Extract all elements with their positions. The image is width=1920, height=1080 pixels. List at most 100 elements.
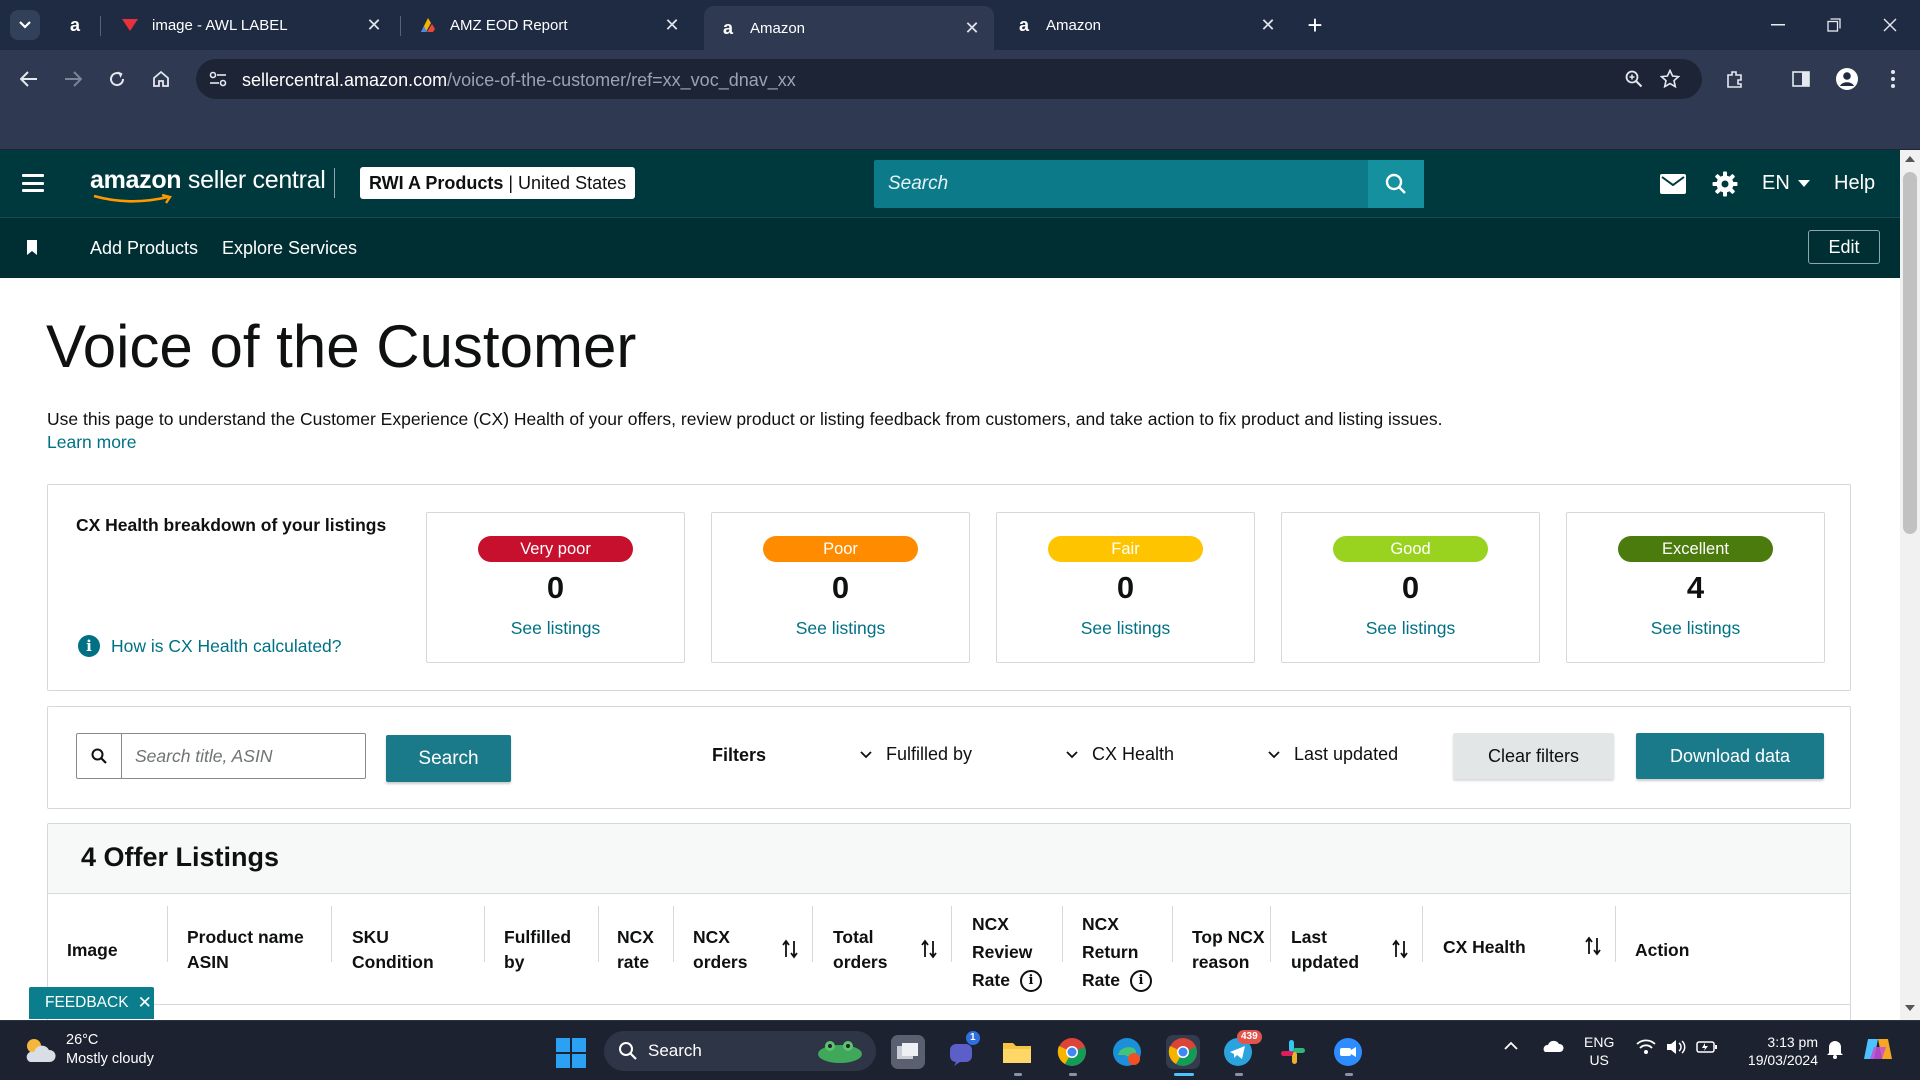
url-path: /voice-of-the-customer/ref=xx_voc_dnav_x… [447, 70, 796, 90]
close-icon[interactable]: ✕ [138, 993, 152, 1013]
forward-arrow-icon[interactable] [58, 64, 88, 94]
input-language-indicator[interactable]: ENG US [1584, 1033, 1614, 1069]
info-icon[interactable]: i [1129, 970, 1152, 993]
col-last-updated[interactable]: Last updated [1291, 925, 1359, 975]
wifi-icon[interactable] [1636, 1039, 1656, 1055]
column-divider [1270, 906, 1271, 962]
see-listings-excellent[interactable]: See listings [1567, 618, 1824, 639]
system-clock[interactable]: 3:13 pm 19/03/2024 [1734, 1033, 1818, 1069]
see-listings-poor[interactable]: See listings [712, 618, 969, 639]
new-tab-plus-icon[interactable]: + [1300, 10, 1330, 40]
amazon-smile-icon [93, 194, 172, 204]
cx-count-good: 0 [1401, 570, 1420, 605]
col-cx-health[interactable]: CX Health [1443, 935, 1526, 960]
tray-overflow-chevron-icon[interactable] [1503, 1041, 1519, 1051]
lang-top: ENG [1584, 1034, 1615, 1050]
help-link[interactable]: Help [1834, 172, 1875, 195]
bookmark-icon[interactable] [26, 240, 38, 256]
url-text[interactable]: sellercentral.amazon.com/voice-of-the-cu… [242, 70, 796, 91]
language-label: EN [1762, 172, 1790, 194]
see-listings-fair[interactable]: See listings [997, 618, 1254, 639]
zoom-app-icon[interactable] [1331, 1035, 1365, 1069]
tab-search-button[interactable] [10, 10, 40, 40]
address-bar[interactable]: sellercentral.amazon.com/voice-of-the-cu… [196, 59, 1702, 99]
language-selector[interactable]: EN [1762, 172, 1810, 195]
cx-health-dropdown[interactable]: CX Health [1066, 744, 1174, 765]
file-explorer-icon[interactable] [1000, 1035, 1034, 1069]
listing-search-input[interactable] [123, 734, 363, 778]
taskbar-search[interactable]: Search [604, 1031, 876, 1071]
close-icon[interactable]: ✕ [962, 18, 982, 38]
header-search-input[interactable] [874, 160, 1368, 208]
window-close-icon[interactable] [1870, 8, 1910, 42]
seller-central-logo[interactable]: amazon seller central [90, 166, 326, 195]
search-button[interactable]: Search [386, 735, 511, 782]
learn-more-link[interactable]: Learn more [47, 432, 137, 453]
slack-icon[interactable] [1276, 1035, 1310, 1069]
mail-icon[interactable] [1660, 170, 1686, 198]
minimize-icon[interactable] [1758, 8, 1798, 42]
back-arrow-icon[interactable] [14, 64, 44, 94]
page-scrollbar[interactable] [1900, 150, 1920, 1020]
col-label: rate [617, 952, 650, 972]
scrollbar-thumb[interactable] [1903, 172, 1917, 534]
battery-icon[interactable] [1696, 1039, 1718, 1055]
scroll-down-icon[interactable] [1905, 1005, 1915, 1011]
last-updated-dropdown[interactable]: Last updated [1268, 744, 1398, 765]
copilot-icon[interactable] [1862, 1033, 1894, 1065]
tab-amz-eod-report[interactable]: AMZ EOD Report ✕ [404, 8, 694, 42]
listings-title: 4 Offer Listings [81, 842, 280, 872]
side-panel-icon[interactable] [1786, 64, 1816, 94]
tab-amazon[interactable]: a Amazon ✕ [1000, 8, 1290, 42]
feedback-tab[interactable]: FEEDBACK ✕ [29, 987, 154, 1019]
close-icon[interactable]: ✕ [662, 15, 682, 35]
info-icon[interactable]: i [1019, 970, 1042, 993]
header-search-button[interactable] [1368, 160, 1424, 208]
zoom-icon[interactable] [1622, 67, 1646, 91]
col-total-orders[interactable]: Total orders [833, 925, 887, 975]
reload-icon[interactable] [102, 64, 132, 94]
nav-add-products[interactable]: Add Products [90, 238, 198, 259]
settings-gear-icon[interactable] [1712, 170, 1738, 198]
scroll-up-icon[interactable] [1905, 156, 1915, 162]
profile-icon[interactable] [1832, 64, 1862, 94]
restore-icon[interactable] [1814, 8, 1854, 42]
edit-button[interactable]: Edit [1808, 230, 1880, 264]
cx-health-how-link[interactable]: i How is CX Health calculated? [78, 635, 342, 657]
col-ncx-orders[interactable]: NCX orders [693, 925, 747, 975]
sort-icon[interactable] [921, 939, 937, 959]
tab-awl-label[interactable]: image - AWL LABEL ✕ [106, 8, 396, 42]
fulfilled-by-dropdown[interactable]: Fulfilled by [860, 744, 972, 765]
clear-filters-button[interactable]: Clear filters [1453, 733, 1614, 779]
download-data-button[interactable]: Download data [1636, 733, 1824, 779]
extensions-icon[interactable] [1720, 64, 1750, 94]
nav-explore-services[interactable]: Explore Services [222, 238, 357, 259]
see-listings-good[interactable]: See listings [1282, 618, 1539, 639]
browser-menu-icon[interactable] [1878, 64, 1908, 94]
teams-icon[interactable]: 1 [946, 1031, 980, 1069]
volume-icon[interactable] [1666, 1039, 1686, 1055]
chrome-profile-icon[interactable] [1055, 1035, 1089, 1069]
home-icon[interactable] [146, 64, 176, 94]
task-view-icon[interactable] [891, 1035, 925, 1069]
account-switcher[interactable]: RWI A Products | United States [360, 167, 636, 199]
tab-pinned-amazon[interactable]: a [56, 8, 96, 42]
tab-amazon-active[interactable]: a Amazon ✕ [704, 6, 994, 50]
onedrive-cloud-icon[interactable] [1540, 1039, 1564, 1053]
weather-widget[interactable]: 26°C Mostly cloudy [22, 1031, 154, 1069]
col-label: Top NCX [1192, 927, 1265, 947]
bookmark-star-icon[interactable] [1658, 67, 1682, 91]
close-icon[interactable]: ✕ [1258, 15, 1278, 35]
site-info-icon[interactable] [206, 67, 230, 91]
chrome-active-icon[interactable] [1166, 1035, 1200, 1069]
edge-icon[interactable] [1110, 1035, 1144, 1069]
menu-icon[interactable] [22, 174, 44, 192]
telegram-icon[interactable]: 439 [1221, 1030, 1262, 1069]
notification-bell-icon[interactable] [1826, 1039, 1844, 1059]
sort-icon[interactable] [1392, 939, 1408, 959]
sort-icon[interactable] [782, 939, 798, 959]
windows-start-icon[interactable] [556, 1038, 586, 1068]
sort-icon[interactable] [1585, 936, 1601, 956]
close-icon[interactable]: ✕ [364, 15, 384, 35]
see-listings-very-poor[interactable]: See listings [427, 618, 684, 639]
